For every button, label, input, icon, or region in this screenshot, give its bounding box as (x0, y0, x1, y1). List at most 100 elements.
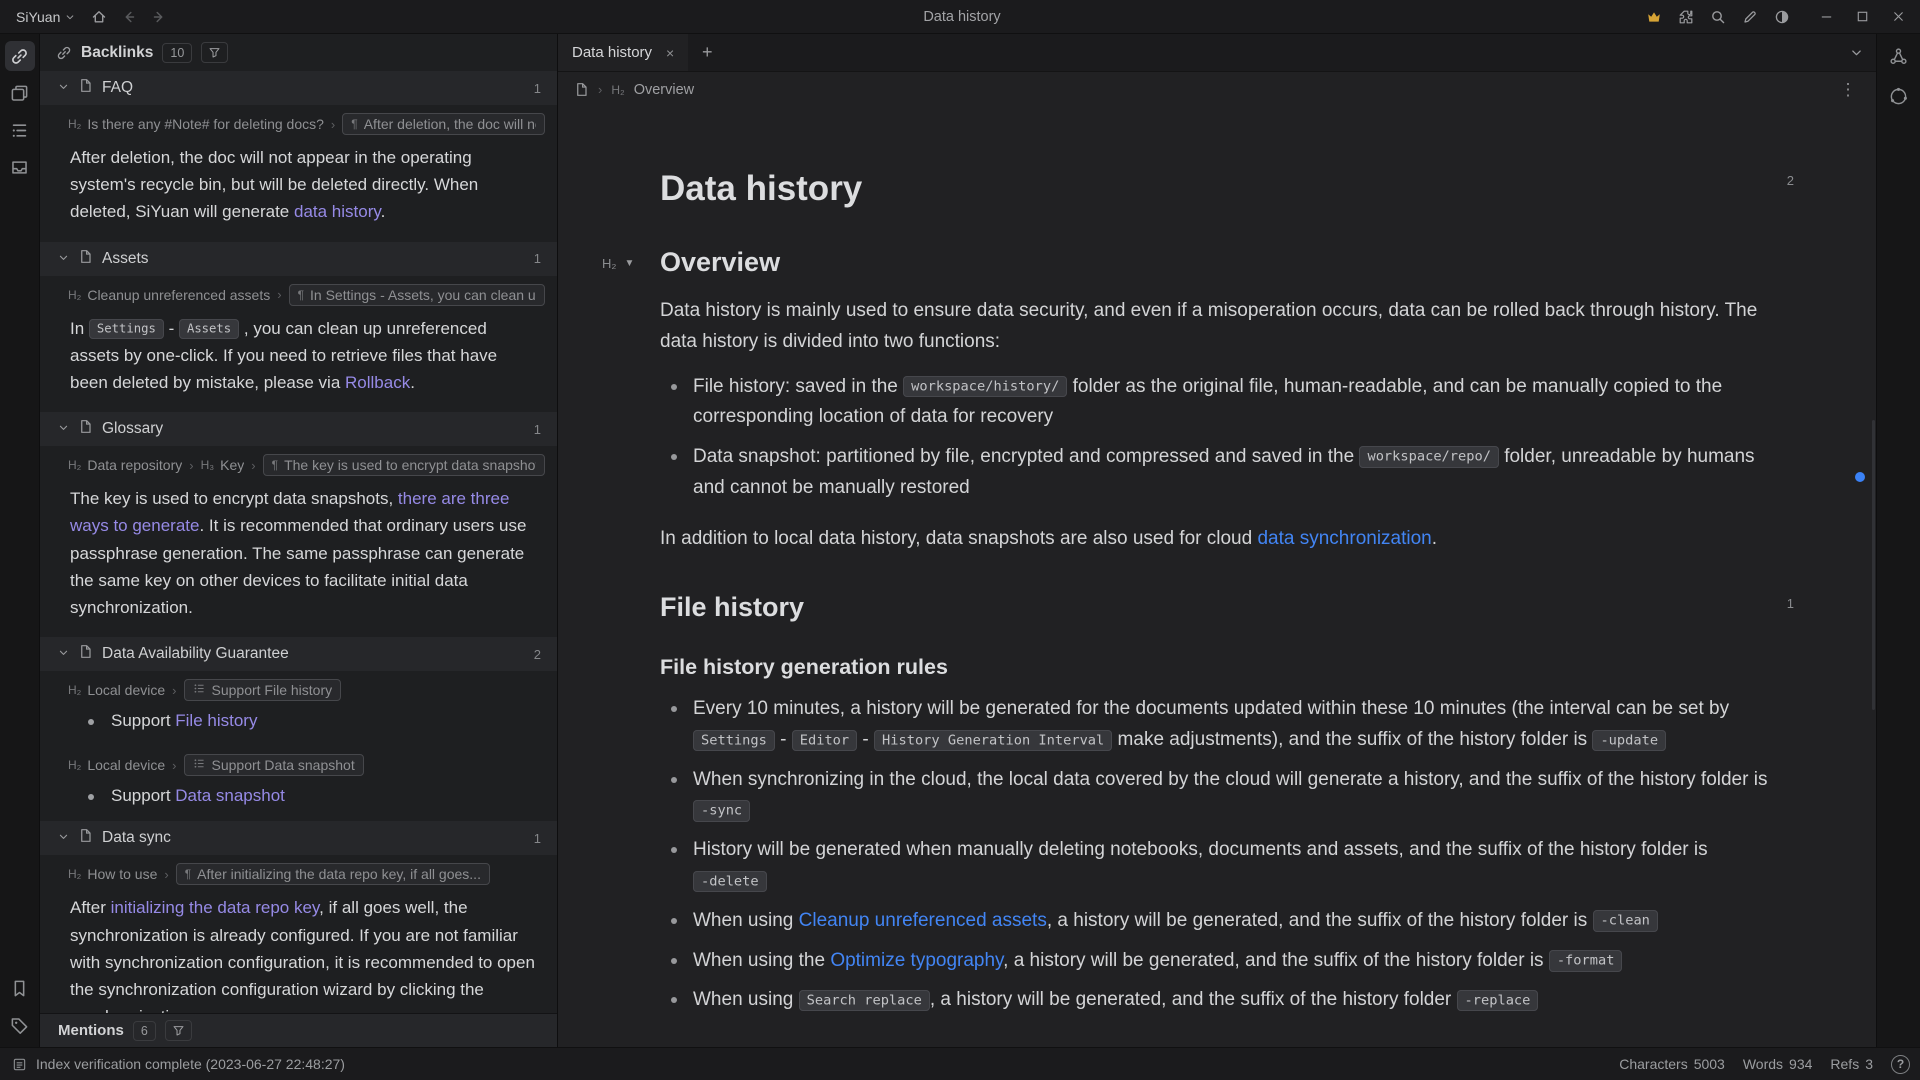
chevron-down-icon[interactable] (58, 250, 69, 268)
breadcrumb-item[interactable]: Support File history (184, 679, 342, 701)
breadcrumb-item[interactable]: Support Data snapshot (184, 754, 364, 776)
kbd-tag: -clean (1593, 910, 1658, 932)
backlink-section-header[interactable]: Glossary1 (40, 412, 557, 446)
scrollbar-thumb[interactable] (1872, 420, 1875, 710)
document-icon[interactable] (574, 82, 589, 97)
backlink-excerpt[interactable]: After initializing the data repo key, if… (40, 887, 557, 1013)
chevron-down-icon[interactable] (58, 79, 69, 97)
block-ref-link[interactable]: initializing the data repo key (111, 898, 320, 917)
heading-overview[interactable]: H₂▼Overview (660, 247, 1770, 278)
chevron-down-icon[interactable] (58, 829, 69, 847)
inline-link[interactable]: Optimize typography (830, 950, 1003, 971)
heading-file-history-generation-rules[interactable]: File history generation rules (660, 655, 1770, 680)
minimize-button[interactable] (1808, 3, 1844, 31)
backlink-section: Assets1H₂Cleanup unreferenced assets›¶In… (40, 242, 557, 413)
breadcrumb-text: After initializing the data repo key, if… (197, 866, 481, 882)
maximize-button[interactable] (1844, 3, 1880, 31)
heading-gutter[interactable]: H₂▼ (602, 256, 634, 271)
inbox-icon (10, 158, 29, 177)
breadcrumb-item[interactable]: ¶After initializing the data repo key, i… (176, 863, 490, 885)
breadcrumb-item[interactable]: ¶The key is used to encrypt data snapsho… (263, 454, 545, 476)
mentions-panel-header[interactable]: Mentions 6 (40, 1013, 557, 1047)
panel-title: Backlinks (81, 44, 153, 62)
breadcrumb-text: Is there any #Note# for deleting docs? (87, 116, 324, 132)
back-button[interactable] (115, 4, 143, 30)
paragraph[interactable]: Data history is mainly used to ensure da… (660, 296, 1770, 358)
block-ref-link[interactable]: Data snapshot (175, 786, 285, 805)
collapse-arrow-icon[interactable]: ▼ (624, 258, 634, 269)
breadcrumb-item[interactable]: H₂Local device (68, 757, 165, 773)
breadcrumb-item[interactable]: H₂Cleanup unreferenced assets (68, 287, 270, 303)
inline-link[interactable]: data synchronization (1257, 528, 1431, 549)
dock-flashcards-button[interactable] (5, 78, 35, 108)
heading-file-history[interactable]: File history1 (660, 592, 1770, 623)
chevron-down-icon[interactable] (58, 420, 69, 438)
ref-count-badge[interactable]: 1 (1787, 596, 1794, 611)
list-item[interactable]: When using the Optimize typography, a hi… (660, 946, 1770, 977)
edit-button[interactable] (1736, 4, 1764, 30)
more-options-icon[interactable]: ⋮ (1836, 80, 1860, 100)
vip-crown-button[interactable] (1640, 4, 1668, 30)
backlink-excerpt[interactable]: After deletion, the doc will not appear … (40, 137, 557, 242)
tab-data-history[interactable]: Data history × (558, 34, 688, 71)
block-ref-link[interactable]: data history (294, 202, 381, 221)
dock-bookmark-button[interactable] (5, 973, 35, 1003)
backlink-section-header[interactable]: Data sync1 (40, 821, 557, 855)
list-item[interactable]: History will be generated when manually … (660, 835, 1770, 897)
backlink-excerpt[interactable]: Support File history (40, 703, 557, 746)
breadcrumb-item[interactable]: H₂Data repository (68, 457, 182, 473)
section-count-badge: 1 (534, 81, 541, 96)
workspace-home-button[interactable] (85, 4, 113, 30)
breadcrumb-text: Cleanup unreferenced assets (87, 287, 270, 303)
ref-count-badge[interactable]: 2 (1787, 173, 1794, 188)
theme-button[interactable] (1768, 4, 1796, 30)
dock-graph-button[interactable] (1884, 41, 1914, 71)
list-item[interactable]: File history: saved in the workspace/his… (660, 372, 1770, 434)
doc-title[interactable]: Data history2 (660, 169, 1770, 209)
inline-link[interactable]: Cleanup unreferenced assets (799, 910, 1047, 931)
breadcrumb-item[interactable]: ¶In Settings - Assets, you can clean up … (289, 284, 545, 306)
backlink-section-header[interactable]: Assets1 (40, 242, 557, 276)
block-ref-link[interactable]: File history (175, 711, 257, 730)
dock-outline-button[interactable] (5, 115, 35, 145)
chevron-down-icon[interactable] (58, 645, 69, 663)
list-item[interactable]: Data snapshot: partitioned by file, encr… (660, 442, 1770, 504)
breadcrumb-item[interactable]: H₂ Is there any #Note# for deleting docs? (68, 116, 324, 132)
breadcrumb-item[interactable]: H₂Local device (68, 682, 165, 698)
kbd-tag: Assets (179, 319, 239, 339)
scroll-position-indicator[interactable] (1855, 472, 1865, 482)
dock-inbox-button[interactable] (5, 152, 35, 182)
backlink-excerpt[interactable]: Support Data snapshot (40, 778, 557, 821)
heading-level-tag: H₂ (68, 117, 81, 131)
list-item[interactable]: When using Cleanup unreferenced assets, … (660, 906, 1770, 937)
dock-backlinks-button[interactable] (5, 41, 35, 71)
dock-global-graph-button[interactable] (1884, 81, 1914, 111)
forward-button[interactable] (145, 4, 173, 30)
backlink-excerpt[interactable]: The key is used to encrypt data snapshot… (40, 478, 557, 637)
backlink-excerpt[interactable]: In Settings - Assets , you can clean up … (40, 308, 557, 413)
tab-list-chevron-icon[interactable] (1836, 34, 1876, 71)
breadcrumb-item[interactable]: ¶After deletion, the doc will not appear… (342, 113, 545, 135)
plugins-button[interactable] (1672, 4, 1700, 30)
mentions-filter-button[interactable] (165, 1020, 192, 1041)
breadcrumb-item[interactable]: H₂How to use (68, 866, 157, 882)
breadcrumb: H₂ Is there any #Note# for deleting docs?… (40, 105, 557, 137)
list-item[interactable]: When synchronizing in the cloud, the loc… (660, 765, 1770, 827)
dock-tag-button[interactable] (5, 1010, 35, 1040)
paragraph[interactable]: In addition to local data history, data … (660, 524, 1770, 555)
list-item[interactable]: When using Search replace, a history wil… (660, 985, 1770, 1016)
filter-button[interactable] (201, 42, 228, 63)
outline-icon (10, 121, 29, 140)
new-tab-button[interactable]: + (688, 34, 726, 71)
search-button[interactable] (1704, 4, 1732, 30)
app-menu-button[interactable]: SiYuan (8, 6, 83, 28)
list-item[interactable]: Every 10 minutes, a history will be gene… (660, 694, 1770, 756)
close-window-button[interactable] (1880, 3, 1916, 31)
tab-close-icon[interactable]: × (666, 45, 674, 61)
backlink-section-header[interactable]: FAQ1 (40, 71, 557, 105)
block-ref-link[interactable]: Rollback (345, 373, 410, 392)
breadcrumb-item-overview[interactable]: H₂ Overview (611, 82, 694, 98)
backlink-section-header[interactable]: Data Availability Guarantee2 (40, 637, 557, 671)
breadcrumb-item[interactable]: H₃Key (201, 457, 245, 473)
help-button[interactable]: ? (1891, 1055, 1910, 1074)
